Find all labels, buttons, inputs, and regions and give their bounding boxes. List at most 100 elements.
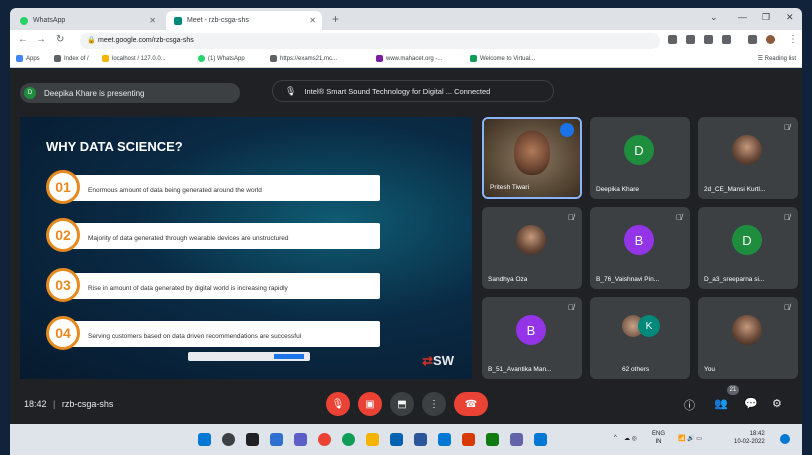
profile-avatar[interactable] bbox=[766, 35, 775, 44]
logo-mark: ⇄ bbox=[422, 353, 434, 368]
tab-whatsapp[interactable]: WhatsApp ✕ bbox=[12, 11, 162, 30]
close-tab-icon[interactable]: ✕ bbox=[149, 16, 156, 25]
excel-icon[interactable] bbox=[486, 433, 499, 446]
site-icon bbox=[470, 55, 477, 62]
participant-avatar: K bbox=[638, 315, 660, 337]
speaking-indicator-icon bbox=[560, 123, 574, 137]
participant-name: 2d_CE_Mansi Kurtl... bbox=[704, 186, 766, 193]
participant-tile[interactable]: 🎙̸ Sandhya Oza bbox=[482, 207, 582, 289]
participant-name: Deepika Khare bbox=[596, 186, 639, 193]
start-icon[interactable] bbox=[198, 433, 211, 446]
meeting-code: rzb-csga-shs bbox=[61, 399, 114, 409]
network-volume-battery-icons[interactable]: 📶 🔊 ▭ bbox=[678, 435, 702, 442]
bookmark-label: Index of / bbox=[64, 55, 89, 62]
mic-toggle-button[interactable]: 🎙 bbox=[326, 392, 350, 416]
presenter-chip[interactable]: D Deepika Khare is presenting bbox=[20, 83, 240, 103]
apps-icon bbox=[16, 55, 23, 62]
present-button[interactable]: ⬒ bbox=[390, 392, 414, 416]
more-icon: ⋮ bbox=[429, 398, 439, 410]
tab-title: WhatsApp bbox=[33, 17, 66, 24]
tab-meet[interactable]: Meet - rzb-csga-shs ✕ bbox=[166, 11, 322, 30]
chat-icon[interactable]: 💬 bbox=[744, 397, 758, 410]
point-number: 03 bbox=[46, 268, 80, 302]
close-tab-icon[interactable]: ✕ bbox=[309, 16, 316, 25]
participant-name: You bbox=[704, 366, 715, 373]
participant-tile[interactable]: B 🎙̸ B_76_Vaishnavi Pin... bbox=[590, 207, 690, 289]
site-icon bbox=[376, 55, 383, 62]
clock-time: 18:42 bbox=[749, 431, 765, 437]
search-icon[interactable] bbox=[222, 433, 235, 446]
reading-list-label: Reading list bbox=[764, 56, 796, 62]
point-text: Enormous amount of data being generated … bbox=[68, 175, 380, 201]
minimize-icon[interactable]: — bbox=[738, 12, 747, 22]
app-icon[interactable] bbox=[438, 433, 451, 446]
activities-icon[interactable]: ⚙ bbox=[772, 397, 782, 410]
participant-avatar: D bbox=[732, 225, 762, 255]
slide-caption-button bbox=[274, 354, 304, 359]
bookmark-item[interactable]: www.mahacet.org -... bbox=[376, 55, 442, 62]
mic-off-icon: 🎙̸ bbox=[568, 213, 574, 222]
chrome-icon[interactable] bbox=[318, 433, 331, 446]
slide-logo: ⇄SW bbox=[422, 353, 454, 369]
participant-avatar: B bbox=[516, 315, 546, 345]
browser-tab-bar: WhatsApp ✕ Meet - rzb-csga-shs ✕ + ⌄ — ❐… bbox=[10, 8, 802, 30]
browser-toolbar: ← → ↻ 🔒 meet.google.com/rzb-csga-shs ⋮ bbox=[10, 30, 802, 52]
taskbar-clock[interactable]: 18:42 10-02-2022 bbox=[734, 430, 765, 446]
chrome-menu-icon[interactable]: ⋮ bbox=[788, 34, 798, 45]
participant-tile[interactable]: Pritesh Tiwari bbox=[482, 117, 582, 199]
widgets-icon[interactable] bbox=[270, 433, 283, 446]
word-icon[interactable] bbox=[414, 433, 427, 446]
participant-face bbox=[514, 131, 550, 175]
participant-avatar: D bbox=[624, 135, 654, 165]
bookmark-item[interactable]: Index of / bbox=[54, 55, 89, 62]
people-icon[interactable]: 👥 bbox=[714, 397, 728, 410]
office-icon[interactable] bbox=[462, 433, 475, 446]
new-tab-icon[interactable]: + bbox=[332, 12, 339, 26]
app-icon[interactable] bbox=[534, 433, 547, 446]
meet-icon bbox=[174, 16, 182, 25]
extensions-icon[interactable] bbox=[748, 35, 757, 44]
participant-avatar: B bbox=[624, 225, 654, 255]
reload-icon[interactable]: ↻ bbox=[56, 34, 64, 45]
bookmark-item[interactable]: https://exams21.mc... bbox=[270, 55, 337, 62]
store-icon[interactable] bbox=[390, 433, 403, 446]
close-window-icon[interactable]: ✕ bbox=[786, 12, 794, 23]
install-icon[interactable] bbox=[686, 35, 695, 44]
camera-icon[interactable] bbox=[668, 35, 677, 44]
info-icon[interactable]: ⓘ bbox=[684, 397, 695, 413]
notification-icon[interactable] bbox=[780, 434, 790, 444]
task-view-icon[interactable] bbox=[246, 433, 259, 446]
bookmark-item[interactable]: localhost / 127.0.0... bbox=[102, 55, 166, 62]
back-icon[interactable]: ← bbox=[18, 34, 28, 45]
whatsapp-icon bbox=[20, 16, 28, 25]
language-indicator[interactable]: ENG IN bbox=[652, 430, 665, 446]
bookmark-item[interactable]: Apps bbox=[16, 55, 40, 62]
bookmark-star-icon[interactable] bbox=[722, 35, 731, 44]
forward-icon[interactable]: → bbox=[36, 34, 46, 45]
edge-icon[interactable] bbox=[342, 433, 355, 446]
tab-search-icon[interactable]: ⌄ bbox=[710, 12, 718, 23]
others-avatars: K bbox=[622, 315, 662, 339]
tray-chevron-icon[interactable]: ^ bbox=[614, 435, 617, 441]
restore-icon[interactable]: ❐ bbox=[762, 12, 770, 23]
participant-tile[interactable]: D Deepika Khare bbox=[590, 117, 690, 199]
others-tile[interactable]: K 62 others bbox=[590, 297, 690, 379]
participant-tile[interactable]: 🎙̸ 2d_CE_Mansi Kurtl... bbox=[698, 117, 798, 199]
camera-toggle-button[interactable]: ▣ bbox=[358, 392, 382, 416]
file-explorer-icon[interactable] bbox=[366, 433, 379, 446]
separator: | bbox=[53, 399, 56, 409]
app-icon[interactable] bbox=[510, 433, 523, 446]
more-options-button[interactable]: ⋮ bbox=[422, 392, 446, 416]
bookmark-item[interactable]: Welcome to Virtual... bbox=[470, 55, 535, 62]
reading-list[interactable]: ☰ Reading list bbox=[758, 55, 796, 62]
participant-tile[interactable]: B 🎙̸ B_51_Avantika Man... bbox=[482, 297, 582, 379]
address-bar[interactable]: 🔒 meet.google.com/rzb-csga-shs bbox=[80, 33, 660, 49]
self-tile[interactable]: 🎙̸ You bbox=[698, 297, 798, 379]
participant-tile[interactable]: D 🎙̸ D_a3_sreeparna si... bbox=[698, 207, 798, 289]
bookmark-item[interactable]: (1) WhatsApp bbox=[198, 55, 245, 62]
teams-icon[interactable] bbox=[294, 433, 307, 446]
leave-call-button[interactable]: ☎ bbox=[454, 392, 488, 416]
share-icon[interactable] bbox=[704, 35, 713, 44]
presentation-slide: WHY DATA SCIENCE? 01 Enormous amount of … bbox=[20, 117, 472, 379]
tray-icons[interactable]: ☁ ◎ bbox=[624, 435, 637, 442]
